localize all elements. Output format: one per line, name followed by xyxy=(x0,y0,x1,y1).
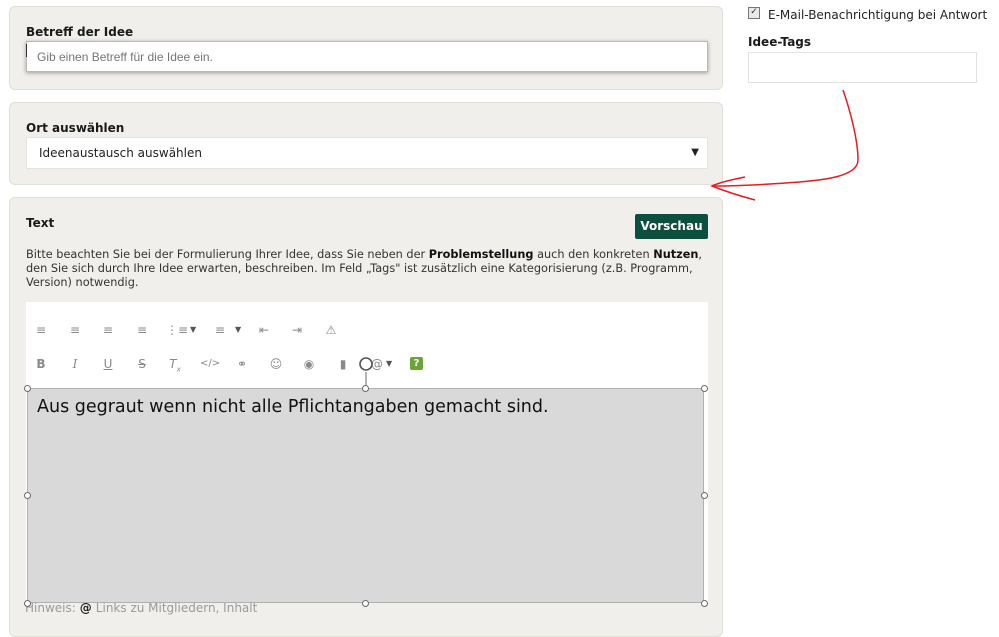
red-arrow-annotation xyxy=(710,89,859,201)
